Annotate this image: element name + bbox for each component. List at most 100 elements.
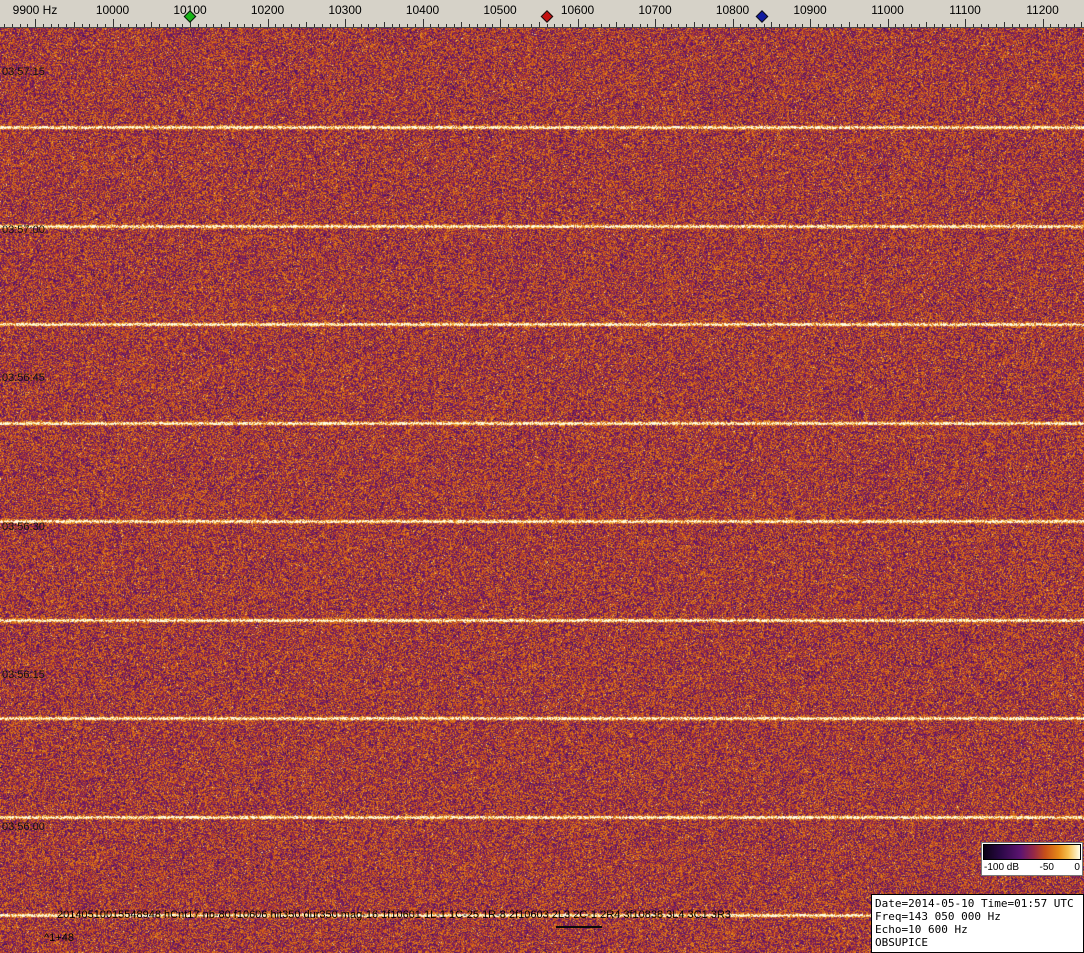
ruler-tick — [1066, 24, 1067, 27]
ruler-tick — [694, 22, 695, 27]
frequency-ruler[interactable]: 9900 Hz100001010010200103001040010500106… — [0, 0, 1084, 28]
ruler-tick — [1004, 22, 1005, 27]
ruler-tick — [578, 19, 579, 27]
ruler-tick — [647, 24, 648, 27]
legend-label: 0 — [1074, 862, 1080, 873]
freq-label: 10300 — [328, 3, 362, 17]
ruler-tick — [136, 24, 137, 27]
ruler-tick — [678, 24, 679, 27]
ruler-tick — [407, 24, 408, 27]
ruler-tick — [895, 24, 896, 27]
ruler-tick — [872, 24, 873, 27]
ruler-tick — [213, 24, 214, 27]
ruler-tick — [182, 24, 183, 27]
ruler-tick — [438, 24, 439, 27]
ruler-tick — [957, 24, 958, 27]
ruler-tick — [430, 24, 431, 27]
ruler-tick — [198, 24, 199, 27]
ruler-tick — [175, 24, 176, 27]
ruler-tick — [58, 24, 59, 27]
freq-label: 10900 — [793, 3, 827, 17]
ruler-tick — [299, 24, 300, 27]
info-line: OBSUPICE — [875, 936, 928, 949]
ruler-tick — [1081, 22, 1082, 27]
ruler-tick — [1050, 24, 1051, 27]
ruler-tick — [849, 22, 850, 27]
ruler-tick — [74, 22, 75, 27]
colormap-gradient-bar — [983, 844, 1081, 860]
ruler-tick — [229, 22, 230, 27]
ruler-tick — [702, 24, 703, 27]
freq-label: 9900 Hz — [12, 3, 58, 17]
ruler-tick — [260, 24, 261, 27]
ruler-tick — [97, 24, 98, 27]
ruler-tick — [306, 22, 307, 27]
ruler-tick — [485, 24, 486, 27]
waterfall-display[interactable] — [0, 28, 1084, 953]
ruler-tick — [151, 22, 152, 27]
color-scale-legend: -100 dB -50 0 — [981, 842, 1083, 876]
ruler-tick — [51, 24, 52, 27]
ruler-tick — [330, 24, 331, 27]
ruler-tick — [640, 24, 641, 27]
ruler-tick — [756, 24, 757, 27]
ruler-tick — [376, 24, 377, 27]
ruler-tick — [686, 24, 687, 27]
ruler-tick — [345, 19, 346, 27]
ruler-tick — [89, 24, 90, 27]
ruler-tick — [105, 24, 106, 27]
ruler-tick — [864, 24, 865, 27]
ruler-tick — [337, 24, 338, 27]
ruler-tick — [113, 19, 114, 27]
ruler-tick — [818, 24, 819, 27]
ruler-tick — [880, 24, 881, 27]
ruler-tick — [252, 24, 253, 27]
ruler-tick — [911, 24, 912, 27]
ruler-tick — [973, 24, 974, 27]
marker-red-diamond-icon[interactable] — [540, 10, 553, 23]
ruler-tick — [1019, 24, 1020, 27]
ruler-tick — [221, 24, 222, 27]
freq-label: 11200 — [1026, 3, 1059, 17]
ruler-tick — [82, 24, 83, 27]
ruler-tick — [717, 24, 718, 27]
ruler-tick — [20, 24, 21, 27]
ruler-tick — [167, 24, 168, 27]
ruler-tick — [454, 24, 455, 27]
freq-label: 10400 — [405, 3, 440, 17]
ruler-tick — [740, 24, 741, 27]
ruler-tick — [934, 24, 935, 27]
ruler-tick — [616, 22, 617, 27]
marker-blue-diamond-icon[interactable] — [755, 10, 769, 23]
legend-label: -50 — [1039, 862, 1054, 873]
ruler-tick — [857, 24, 858, 27]
ruler-tick — [368, 24, 369, 27]
ruler-tick — [748, 24, 749, 27]
ruler-tick — [291, 24, 292, 27]
freq-label: 10800 — [715, 3, 750, 17]
ruler-tick — [469, 24, 470, 27]
ruler-tick — [810, 19, 811, 27]
ruler-tick — [771, 22, 772, 27]
ruler-tick — [919, 24, 920, 27]
ruler-tick — [492, 24, 493, 27]
ruler-tick — [709, 24, 710, 27]
ruler-tick — [671, 24, 672, 27]
ruler-tick — [415, 24, 416, 27]
ruler-tick — [988, 24, 989, 27]
ruler-tick — [237, 24, 238, 27]
ruler-tick — [547, 24, 548, 27]
ruler-tick — [787, 24, 788, 27]
ruler-tick — [120, 24, 121, 27]
ruler-tick — [516, 24, 517, 27]
ruler-tick — [624, 24, 625, 27]
ruler-tick — [314, 24, 315, 27]
freq-label: 10600 — [560, 3, 595, 17]
ruler-tick — [609, 24, 610, 27]
ruler-tick — [601, 24, 602, 27]
ruler-tick — [128, 24, 129, 27]
ruler-tick — [663, 24, 664, 27]
info-line: Echo=10 600 Hz — [875, 923, 968, 936]
ruler-tick — [802, 24, 803, 27]
ruler-tick — [523, 24, 524, 27]
